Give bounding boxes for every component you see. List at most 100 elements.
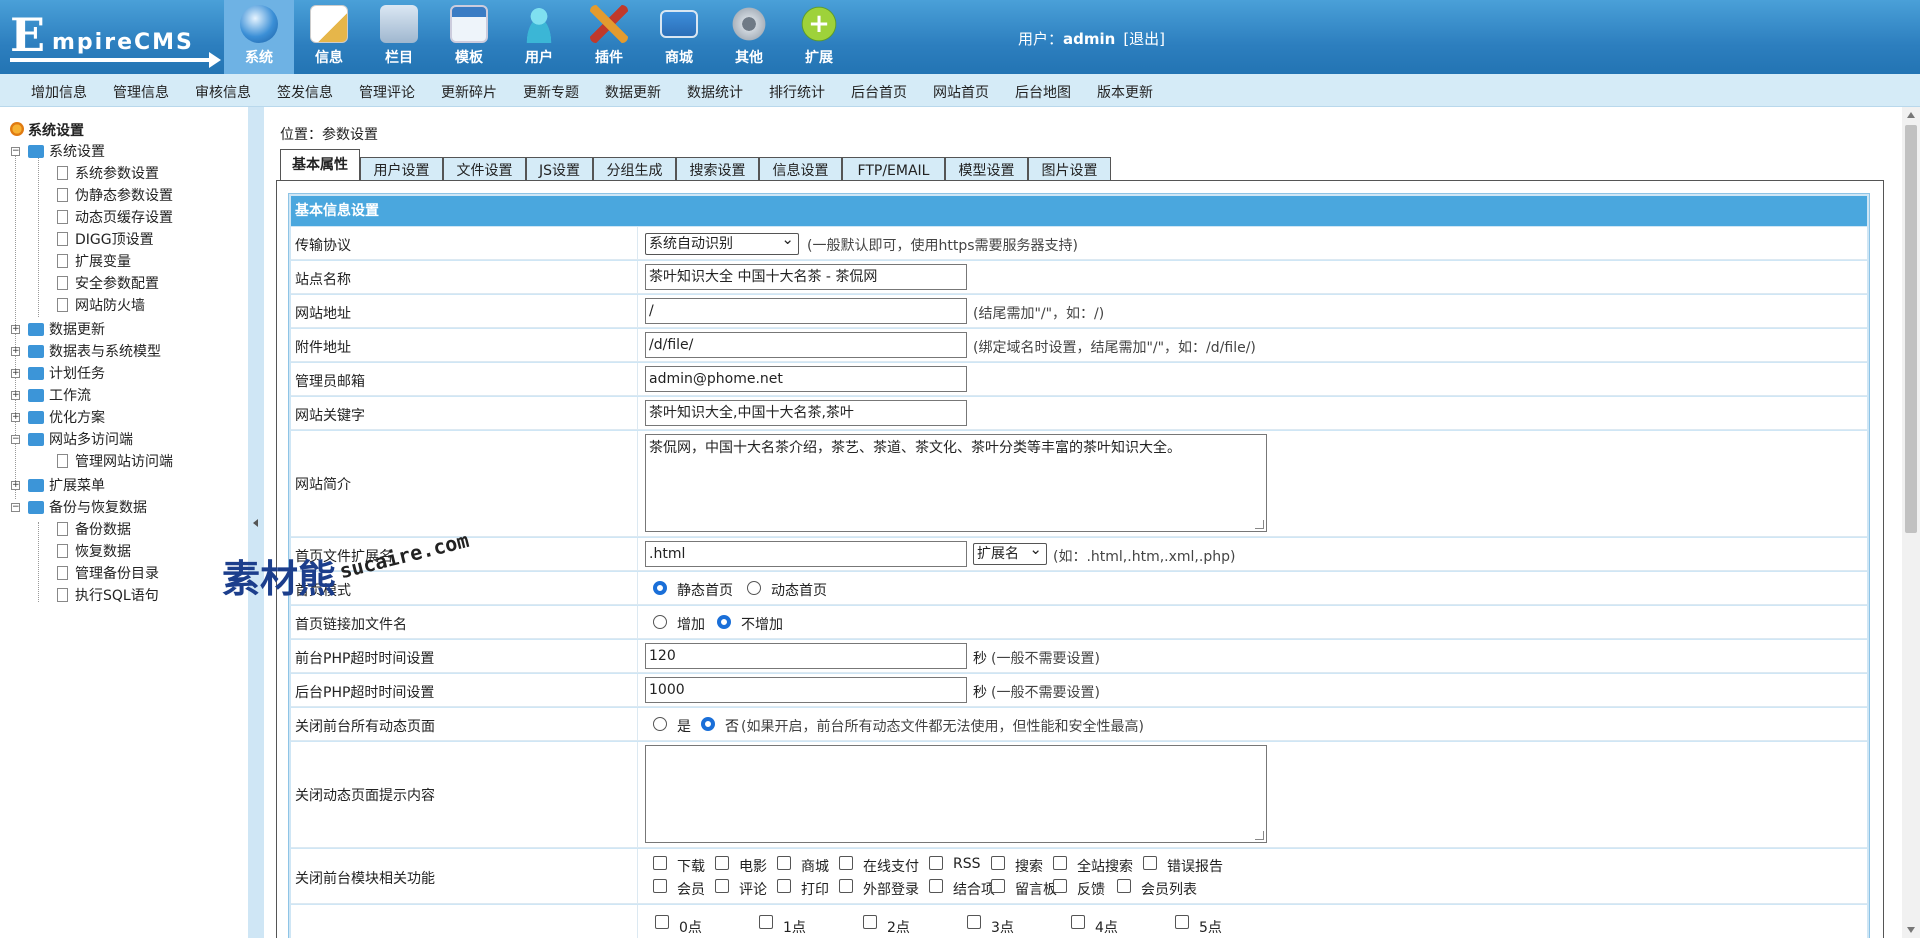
expand-toggle[interactable]: +: [11, 481, 20, 490]
intro-textarea[interactable]: 茶侃网，中国十大名茶介绍，茶艺、茶道、茶文化、茶叶分类等丰富的茶叶知识大全。: [645, 434, 1267, 532]
checkbox-guestbook[interactable]: [991, 879, 1005, 893]
tree-root[interactable]: 系统设置: [28, 121, 84, 141]
index-ext-input[interactable]: .html: [645, 541, 967, 567]
checkbox-shop[interactable]: [777, 856, 791, 870]
checkbox-hour-2[interactable]: [863, 915, 877, 929]
nav-other[interactable]: 其他: [714, 0, 784, 74]
tree-item-dynamic-cache[interactable]: 动态页缓存设置: [75, 208, 173, 228]
collapse-toggle[interactable]: −: [11, 147, 20, 156]
scroll-thumb[interactable]: [1905, 125, 1917, 533]
tree-item-backup-data[interactable]: 备份数据: [75, 520, 131, 540]
page-scrollbar[interactable]: [1902, 107, 1920, 938]
checkbox-member[interactable]: [653, 879, 667, 893]
menu-manage-info[interactable]: 管理信息: [113, 82, 169, 102]
menu-version-update[interactable]: 版本更新: [1097, 82, 1153, 102]
tree-item-backup[interactable]: 备份与恢复数据: [49, 498, 147, 518]
tree-item-ext-menu[interactable]: 扩展菜单: [49, 476, 105, 496]
empirecms-logo[interactable]: E mpireCMS: [10, 8, 221, 68]
nav-info[interactable]: 信息: [294, 0, 364, 74]
checkbox-print[interactable]: [777, 879, 791, 893]
site-name-input[interactable]: 茶叶知识大全 中国十大名茶 - 茶侃网: [645, 264, 967, 290]
expand-toggle[interactable]: +: [11, 347, 20, 356]
tree-item-ext-vars[interactable]: 扩展变量: [75, 252, 131, 272]
tree-item-tables-models[interactable]: 数据表与系统模型: [49, 342, 161, 362]
checkbox-combo[interactable]: [929, 879, 943, 893]
tree-item-run-sql[interactable]: 执行SQL语句: [75, 586, 159, 606]
checkbox-member-list[interactable]: [1117, 879, 1131, 893]
checkbox-site-search[interactable]: [1053, 856, 1067, 870]
expand-toggle[interactable]: +: [11, 369, 20, 378]
nav-system[interactable]: 系统: [224, 0, 294, 74]
checkbox-feedback[interactable]: [1053, 879, 1067, 893]
menu-data-update[interactable]: 数据更新: [605, 82, 661, 102]
checkbox-hour-0[interactable]: [655, 915, 669, 929]
tree-item-security[interactable]: 安全参数配置: [75, 274, 159, 294]
site-url-input[interactable]: /: [645, 298, 967, 324]
tree-item-tasks[interactable]: 计划任务: [49, 364, 105, 384]
menu-manage-comment[interactable]: 管理评论: [359, 82, 415, 102]
nav-template[interactable]: 模板: [434, 0, 504, 74]
tree-item-backup-dir[interactable]: 管理备份目录: [75, 564, 159, 584]
tree-item-digg[interactable]: DIGG顶设置: [75, 230, 154, 250]
menu-review-info[interactable]: 审核信息: [195, 82, 251, 102]
checkbox-comment[interactable]: [715, 879, 729, 893]
tree-item-firewall[interactable]: 网站防火墙: [75, 296, 145, 316]
tree-item-multi-access[interactable]: 网站多访问端: [49, 430, 133, 450]
radio-dynamic-index[interactable]: [747, 581, 761, 595]
menu-update-fragment[interactable]: 更新碎片: [441, 82, 497, 102]
tree-item-manage-access[interactable]: 管理网站访问端: [75, 452, 173, 472]
tree-item-optimize[interactable]: 优化方案: [49, 408, 105, 428]
checkbox-download[interactable]: [653, 856, 667, 870]
checkbox-external-login[interactable]: [839, 879, 853, 893]
collapse-toggle[interactable]: −: [11, 503, 20, 512]
nav-user[interactable]: 用户: [504, 0, 574, 74]
checkbox-error-report[interactable]: [1143, 856, 1157, 870]
tree-item-data-update[interactable]: 数据更新: [49, 320, 105, 340]
nav-column[interactable]: 栏目: [364, 0, 434, 74]
checkbox-hour-4[interactable]: [1071, 915, 1085, 929]
protocol-select[interactable]: 系统自动识别: [645, 229, 799, 255]
radio-close-yes[interactable]: [653, 717, 667, 731]
checkbox-hour-3[interactable]: [967, 915, 981, 929]
tree-item-workflow[interactable]: 工作流: [49, 386, 91, 406]
sidebar-splitter[interactable]: [248, 107, 264, 938]
ext-select[interactable]: 扩展名: [973, 539, 1047, 565]
nav-extend[interactable]: + 扩展: [784, 0, 854, 74]
checkbox-search[interactable]: [991, 856, 1005, 870]
tree-item-system-settings[interactable]: 系统设置: [49, 142, 105, 162]
logout-link[interactable]: [退出]: [1123, 30, 1165, 48]
front-timeout-input[interactable]: 120: [645, 643, 967, 669]
expand-toggle[interactable]: +: [11, 413, 20, 422]
collapse-arrow-icon[interactable]: [253, 519, 258, 527]
scroll-down-icon[interactable]: [1907, 927, 1915, 933]
email-input[interactable]: admin@phome.net: [645, 366, 967, 392]
radio-close-no[interactable]: [701, 717, 715, 731]
checkbox-rss[interactable]: [929, 856, 943, 870]
tree-item-rewrite-params[interactable]: 伪静态参数设置: [75, 186, 173, 206]
file-url-input[interactable]: /d/file/: [645, 332, 967, 358]
back-timeout-input[interactable]: 1000: [645, 677, 967, 703]
breadcrumb-current[interactable]: 参数设置: [322, 127, 378, 143]
tree-item-restore-data[interactable]: 恢复数据: [75, 542, 131, 562]
radio-static-index[interactable]: [653, 581, 667, 595]
checkbox-hour-5[interactable]: [1175, 915, 1189, 929]
menu-update-topic[interactable]: 更新专题: [523, 82, 579, 102]
checkbox-online-pay[interactable]: [839, 856, 853, 870]
radio-add-filename[interactable]: [653, 615, 667, 629]
menu-site-home[interactable]: 网站首页: [933, 82, 989, 102]
nav-shop[interactable]: 商城: [644, 0, 714, 74]
expand-toggle[interactable]: +: [11, 325, 20, 334]
checkbox-hour-1[interactable]: [759, 915, 773, 929]
tree-item-system-params[interactable]: 系统参数设置: [75, 164, 159, 184]
checkbox-movie[interactable]: [715, 856, 729, 870]
menu-add-info[interactable]: 增加信息: [31, 82, 87, 102]
nav-plugin[interactable]: 插件: [574, 0, 644, 74]
radio-no-filename[interactable]: [717, 615, 731, 629]
close-tip-textarea[interactable]: [645, 745, 1267, 843]
expand-toggle[interactable]: +: [11, 391, 20, 400]
menu-admin-map[interactable]: 后台地图: [1015, 82, 1071, 102]
scroll-up-icon[interactable]: [1907, 112, 1915, 118]
menu-admin-home[interactable]: 后台首页: [851, 82, 907, 102]
collapse-toggle[interactable]: −: [11, 435, 20, 444]
keywords-input[interactable]: 茶叶知识大全,中国十大名茶,茶叶: [645, 400, 967, 426]
